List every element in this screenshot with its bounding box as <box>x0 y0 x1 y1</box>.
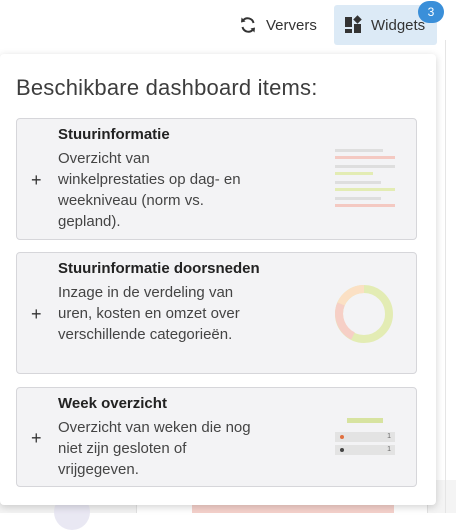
plus-icon[interactable]: + <box>31 171 42 189</box>
widget-title: Week overzicht <box>58 395 167 412</box>
refresh-icon <box>238 15 258 35</box>
preview-row-count: 1 <box>387 433 391 440</box>
widget-title: Stuurinformatie <box>58 126 170 143</box>
list-preview-thumbnail <box>335 149 395 207</box>
widgets-count-badge: 3 <box>418 1 444 23</box>
widget-card-stuurinformatie[interactable]: + Stuurinformatie Overzicht van winkelpr… <box>16 118 417 240</box>
background-divider <box>445 40 446 513</box>
widget-description: Overzicht van weken die nog niet zijn ge… <box>58 419 251 478</box>
week-list-preview-thumbnail: 1 1 <box>335 418 397 458</box>
status-dot-icon <box>340 435 344 439</box>
plus-icon[interactable]: + <box>31 429 42 447</box>
widget-card-week-overzicht[interactable]: + Week overzicht Overzicht van weken die… <box>16 387 417 487</box>
refresh-label: Ververs <box>266 16 317 34</box>
donut-preview-thumbnail <box>335 284 393 343</box>
popover-title: Beschikbare dashboard items: <box>16 75 318 100</box>
plus-icon[interactable]: + <box>31 305 42 323</box>
refresh-button[interactable]: Ververs <box>230 5 325 45</box>
widget-title: Stuurinformatie doorsneden <box>58 260 260 277</box>
status-dot-icon <box>340 448 344 452</box>
preview-row: 1 <box>335 432 395 442</box>
widget-description: Overzicht van winkelprestaties op dag- e… <box>58 150 241 230</box>
preview-header-bar <box>347 418 383 423</box>
background-bar <box>192 505 394 513</box>
widget-card-stuurinformatie-doorsneden[interactable]: + Stuurinformatie doorsneden Inzage in d… <box>16 252 417 374</box>
widgets-icon <box>343 15 363 35</box>
widgets-label: Widgets <box>371 16 426 34</box>
widget-description: Inzage in de verdeling van uren, kosten … <box>58 284 240 343</box>
preview-row: 1 <box>335 445 395 455</box>
widgets-popover: Beschikbare dashboard items: + Stuurinfo… <box>0 54 436 505</box>
preview-row-count: 1 <box>387 446 391 453</box>
